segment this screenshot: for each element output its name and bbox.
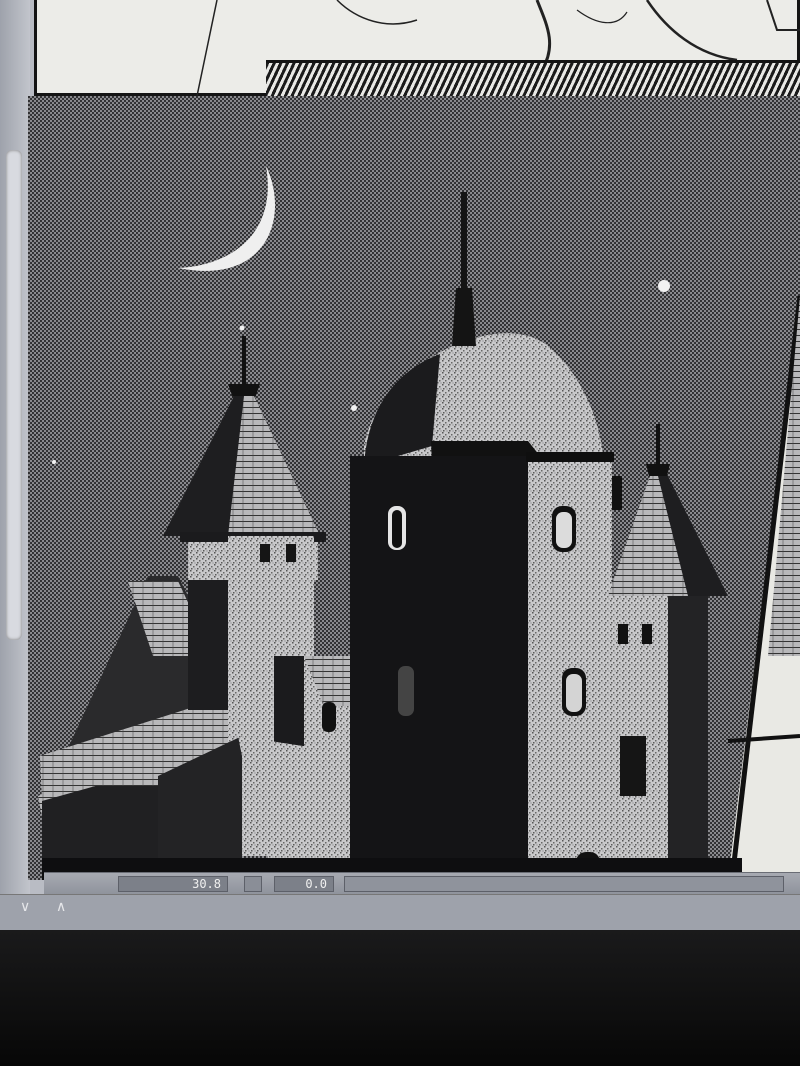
left-scroll-track[interactable] <box>0 0 30 930</box>
chevron-down-icon[interactable]: ∨ <box>20 899 30 915</box>
zoom-slider-handle[interactable] <box>244 876 262 892</box>
rotation-field[interactable]: 0.0 <box>274 876 334 892</box>
status-track <box>344 876 784 892</box>
canvas-manga-panel[interactable] <box>28 96 800 880</box>
star <box>239 325 245 331</box>
zoom-value: 30.8 <box>192 877 221 891</box>
canvas-status-bar: 30.8 0.0 <box>44 872 800 895</box>
star <box>351 405 357 411</box>
hatched-panel-border <box>266 60 800 99</box>
star <box>658 280 670 292</box>
bottom-toolbar: ∨ ∧ <box>0 894 800 930</box>
vertical-scroll-thumb[interactable] <box>6 150 22 640</box>
chevron-up-icon[interactable]: ∧ <box>56 899 66 915</box>
castle-night-illustration <box>28 96 800 880</box>
rotation-value: 0.0 <box>305 877 327 891</box>
zoom-field[interactable]: 30.8 <box>118 876 228 892</box>
drawing-app-window: 30.8 0.0 ∨ ∧ <box>0 0 800 930</box>
monitor-bezel <box>0 930 800 1066</box>
star <box>52 460 56 464</box>
